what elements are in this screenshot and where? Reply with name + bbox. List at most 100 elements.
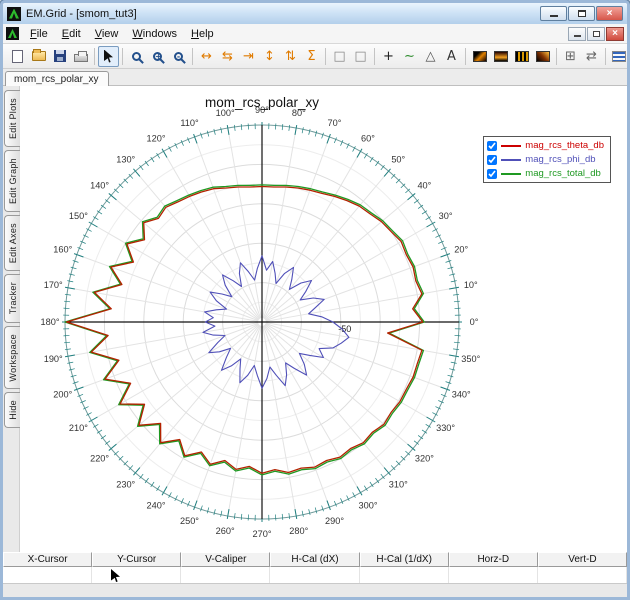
save-button[interactable] [49, 46, 70, 67]
rim-tick [73, 386, 84, 391]
image-view-1-button[interactable] [469, 46, 490, 67]
legend-label[interactable]: mag_rcs_theta_db [525, 140, 604, 151]
status-value-cell [449, 567, 538, 583]
angle-label-270: 270° [252, 529, 271, 539]
rim-tick [450, 280, 457, 283]
rim-tick [64, 300, 71, 303]
angle-label-190: 190° [44, 354, 63, 364]
add-marker-button[interactable]: + [378, 46, 399, 67]
rim-tick [445, 260, 452, 263]
side-tab-workspace[interactable]: Workspace [4, 325, 20, 390]
side-tab-hide[interactable]: Hide [4, 392, 20, 428]
open-file-button[interactable] [28, 46, 49, 67]
fit-x-button[interactable]: ⇥ [238, 46, 259, 67]
frame-box-1-button[interactable]: □ [329, 46, 350, 67]
menu-file[interactable]: File [23, 26, 55, 42]
rim-tick [453, 300, 460, 303]
menu-windows[interactable]: Windows [125, 26, 184, 42]
side-tab-edit-axes[interactable]: Edit Axes [4, 215, 20, 272]
side-tab-label: Edit Plots [7, 98, 18, 140]
print-button[interactable] [70, 46, 91, 67]
angle-label-60: 60° [361, 133, 375, 143]
rim-tick [450, 361, 457, 364]
shape-tool-button[interactable]: △ [420, 46, 441, 67]
angle-label-30: 30° [439, 211, 453, 221]
angle-label-20: 20° [454, 244, 468, 254]
side-tab-edit-graph[interactable]: Edit Graph [4, 150, 20, 213]
swap-pane-button[interactable]: ⇄ [581, 46, 602, 67]
tab-mom_rcs_polar_xy[interactable]: mom_rcs_polar_xy [5, 71, 110, 86]
menu-edit[interactable]: Edit [55, 26, 88, 42]
menu-help[interactable]: Help [184, 26, 221, 42]
side-tab-tracker[interactable]: Tracker [4, 274, 20, 323]
image-view-2-button[interactable] [490, 46, 511, 67]
side-tab-label: Edit Graph [7, 158, 18, 205]
mdi-restore-icon [592, 30, 600, 37]
status-value-cell [92, 567, 182, 583]
pan-x-button[interactable]: ⇆ [217, 46, 238, 67]
menu-view[interactable]: View [88, 26, 126, 42]
status-col-x-cursor: X-Cursor [3, 552, 93, 567]
frame-box-2-button[interactable]: □ [350, 46, 371, 67]
legend-label[interactable]: mag_rcs_total_db [525, 168, 601, 179]
document-tab-bar: mom_rcs_polar_xy [3, 69, 627, 86]
layout-button[interactable]: Layou [609, 46, 627, 67]
dual-pane-button[interactable]: ⊞ [560, 46, 581, 67]
angle-label-300: 300° [358, 501, 377, 511]
mdi-restore-button[interactable] [587, 26, 605, 41]
maximize-button[interactable] [568, 6, 595, 21]
legend-entry-mag_rcs_theta_db: mag_rcs_theta_db [487, 139, 604, 152]
polar-spoke [110, 194, 260, 320]
pointer-tool-icon [104, 49, 113, 63]
mdi-minimize-button[interactable] [568, 26, 586, 41]
side-tab-strip: Edit Plots Edit Graph Edit Axes Tracker Work… [3, 86, 20, 552]
legend-checkbox-mag_rcs_theta_db[interactable] [487, 140, 498, 151]
rim-tick [333, 137, 337, 144]
legend: mag_rcs_theta_db mag_rcs_phi_db mag_rcs_to… [483, 136, 611, 183]
legend-label[interactable]: mag_rcs_phi_db [525, 154, 595, 165]
angle-label-240: 240° [146, 501, 165, 511]
app-window: EM.Grid - [smom_tut3] × File Edit View Wind… [0, 0, 630, 600]
document-icon[interactable] [6, 27, 19, 40]
plot-area[interactable]: 0° 10° 20° 30° 40° 50° 60° 70° 80° 90° 100° 110° 120… [20, 86, 627, 552]
rim-tick [281, 124, 284, 131]
polar-spoke [262, 127, 297, 319]
pointer-tool-button[interactable] [98, 45, 119, 67]
angle-label-350: 350° [461, 354, 480, 364]
rim-tick [64, 286, 75, 290]
expand-y-button[interactable]: ↕ [259, 46, 280, 67]
expand-x-button[interactable]: ↔ [196, 46, 217, 67]
add-marker-icon: + [383, 48, 394, 64]
rim-tick [449, 286, 460, 290]
new-file-button[interactable] [7, 46, 28, 67]
polar-spoke [264, 324, 414, 450]
mdi-window-controls: × [568, 26, 624, 41]
angle-label-320: 320° [415, 453, 434, 463]
angle-label-290: 290° [325, 516, 344, 526]
status-col-v-caliper: V-Caliper [181, 552, 271, 567]
polar-spoke [262, 325, 297, 517]
rim-tick [77, 247, 84, 251]
frame-box-1-icon: □ [333, 48, 346, 64]
image-view-4-button[interactable] [532, 46, 553, 67]
side-tab-edit-plots[interactable]: Edit Plots [4, 90, 20, 148]
legend-checkbox-mag_rcs_phi_db[interactable] [487, 154, 498, 165]
close-button[interactable]: × [596, 6, 623, 21]
zoom-out-button[interactable]: - [168, 46, 189, 67]
frame-box-2-icon: □ [354, 48, 367, 64]
mdi-close-button[interactable]: × [606, 26, 624, 41]
pan-y-button[interactable]: ⇅ [280, 46, 301, 67]
curve-tool-button[interactable]: ∼ [399, 46, 420, 67]
image-view-3-button[interactable] [511, 46, 532, 67]
zoom-in-button[interactable]: + [147, 46, 168, 67]
rim-tick [70, 266, 77, 270]
zoom-box-button[interactable] [126, 46, 147, 67]
minimize-button[interactable] [540, 6, 567, 21]
text-tool-button[interactable]: A [441, 46, 462, 67]
open-file-icon [31, 49, 46, 61]
autoscale-button[interactable]: Σ [301, 46, 322, 67]
angle-label-330: 330° [436, 423, 455, 433]
legend-checkbox-mag_rcs_total_db[interactable] [487, 168, 498, 179]
rim-tick [226, 509, 230, 520]
swap-pane-icon: ⇄ [586, 48, 597, 64]
